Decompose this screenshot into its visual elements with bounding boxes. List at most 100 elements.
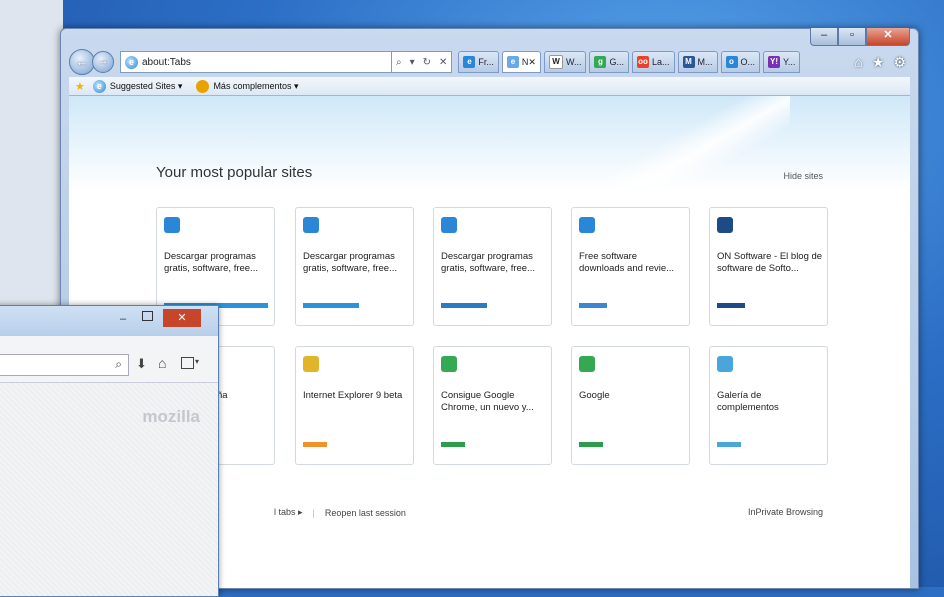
popularity-bar <box>441 303 487 308</box>
site-tile[interactable]: ON Software - El blog de software de Sof… <box>709 207 828 326</box>
site-tile[interactable]: Descargar programas gratis, software, fr… <box>295 207 414 326</box>
reopen-session-link[interactable]: Reopen last session <box>325 508 406 518</box>
command-icons: ⌂ ★ ⚙ <box>854 54 910 71</box>
site-title: Internet Explorer 9 beta <box>303 390 403 401</box>
forward-button[interactable]: → <box>92 51 114 73</box>
tab-7[interactable]: Y! Y... <box>763 51 801 73</box>
more-addons-label: Más complementos ▾ <box>213 80 299 91</box>
firefox-titlebar: – ✕ <box>0 306 218 336</box>
tab-close-icon[interactable]: ✕ <box>528 57 536 68</box>
tab-label: La... <box>651 57 670 67</box>
ie-page-icon: e <box>125 55 138 69</box>
tab-1[interactable]: eN ✕ <box>501 51 541 73</box>
site-tile[interactable]: Galería de complementos <box>709 346 828 465</box>
bookmarks-icon[interactable] <box>181 357 194 369</box>
tab-favicon-icon: oo <box>636 56 649 68</box>
tab-5[interactable]: M M... <box>677 51 718 73</box>
address-url: about:Tabs <box>142 56 191 68</box>
popularity-bar <box>441 442 465 447</box>
address-tools: ⌕ ▾ ↻ ✕ <box>392 51 453 73</box>
site-favicon-icon <box>717 356 733 372</box>
inprivate-link[interactable]: InPrivate Browsing <box>748 507 823 517</box>
tab-label: W... <box>565 57 582 67</box>
download-icon[interactable]: ⬇ <box>136 356 147 372</box>
tab-strip: e Fr... e N ✕ W W... g G... oo La... M M... o O... Y! Y… <box>458 51 803 73</box>
reopen-tabs-link[interactable]: l tabs ▸ <box>274 507 303 518</box>
tab-2[interactable]: W W... <box>543 51 587 73</box>
ff-minimize-button[interactable]: – <box>120 313 126 325</box>
site-title: Consigue Google Chrome, un nuevo y... <box>441 390 534 413</box>
site-title: Descargar programas gratis, software, fr… <box>441 251 535 274</box>
tab-favicon-icon: e <box>506 56 519 68</box>
site-favicon-icon <box>441 356 457 372</box>
tab-0[interactable]: e Fr... <box>458 51 499 73</box>
tab-favicon-icon: g <box>594 56 607 68</box>
tab-label: G... <box>609 57 624 67</box>
tab-favicon-icon: e <box>463 56 476 68</box>
tab-favicon-icon: W <box>548 55 563 69</box>
tab-6[interactable]: o O... <box>720 51 761 73</box>
site-tile[interactable]: Consigue Google Chrome, un nuevo y... <box>433 346 552 465</box>
tab-3[interactable]: g G... <box>589 51 629 73</box>
chevron-down-icon[interactable]: ▾ <box>195 357 199 366</box>
site-favicon-icon <box>164 217 180 233</box>
minimize-button[interactable]: – <box>810 28 838 46</box>
tab-favicon-icon: M <box>682 56 695 68</box>
site-favicon-icon <box>579 356 595 372</box>
ff-search-input[interactable]: ⌕ <box>0 354 129 376</box>
site-tile[interactable]: Free software downloads and revie... <box>571 207 690 326</box>
gear-icon[interactable]: ⚙ <box>893 54 906 71</box>
site-title: Descargar programas gratis, software, fr… <box>164 251 258 274</box>
site-title: ON Software - El blog de software de Sof… <box>717 251 823 274</box>
popularity-bar <box>579 303 607 308</box>
refresh-icon[interactable]: ↻ <box>419 57 435 68</box>
tab-label: O... <box>740 57 756 67</box>
search-icon: ⌕ <box>115 357 122 371</box>
site-tile[interactable]: Internet Explorer 9 beta <box>295 346 414 465</box>
firefox-window: – ✕ ⌕ ⬇ ⌂ ▾ mozilla <box>0 305 219 597</box>
hide-sites-link[interactable]: Hide sites <box>783 171 823 181</box>
site-title: Google <box>579 390 610 401</box>
favorites-bar: ★ e Suggested Sites ▾ Más complementos ▾ <box>69 77 910 96</box>
suggested-sites-label: Suggested Sites ▾ <box>109 80 183 91</box>
popularity-bar <box>717 303 745 308</box>
tab-label: M... <box>697 57 713 67</box>
page-title: Your most popular sites <box>156 164 313 181</box>
favorites-star-icon[interactable]: ★ <box>75 80 85 93</box>
more-addons-button[interactable]: Más complementos ▾ <box>192 79 299 93</box>
address-bar[interactable]: e about:Tabs <box>120 51 392 73</box>
site-tile[interactable]: Descargar programas gratis, software, fr… <box>433 207 552 326</box>
home-icon[interactable]: ⌂ <box>854 54 862 71</box>
tab-favicon-icon: Y! <box>768 56 781 68</box>
site-title: Galería de complementos <box>717 390 779 413</box>
site-favicon-icon <box>303 356 319 372</box>
popularity-bar <box>579 442 603 447</box>
search-icon[interactable]: ⌕ <box>392 57 406 68</box>
home-icon[interactable]: ⌂ <box>158 355 166 371</box>
close-button[interactable]: ✕ <box>866 28 910 46</box>
site-favicon-icon <box>441 217 457 233</box>
dropdown-icon[interactable]: ▾ <box>406 57 419 68</box>
favorites-star-icon[interactable]: ★ <box>872 54 885 71</box>
firefox-toolbar: ⌕ ⬇ ⌂ ▾ <box>0 336 218 383</box>
separator: | <box>312 507 315 518</box>
tab-4[interactable]: oo La... <box>631 51 675 73</box>
ff-maximize-button[interactable] <box>142 311 153 321</box>
stop-icon[interactable]: ✕ <box>435 57 451 68</box>
popularity-bar <box>303 303 359 308</box>
window-caption-buttons: – ▫ ✕ <box>810 28 910 46</box>
maximize-button[interactable]: ▫ <box>838 28 866 46</box>
popularity-bar <box>717 442 741 447</box>
navigation-row: ← → e about:Tabs ⌕ ▾ ↻ ✕ e Fr... e N ✕ W W...… <box>69 49 910 75</box>
mozilla-logo: mozilla <box>142 407 200 426</box>
bottom-links: l tabs ▸ | Reopen last session <box>274 507 406 518</box>
page-icon <box>196 79 210 93</box>
tab-favicon-icon: o <box>725 56 738 68</box>
site-title: Descargar programas gratis, software, fr… <box>303 251 397 274</box>
suggested-sites-button[interactable]: e Suggested Sites ▾ <box>89 79 183 93</box>
site-tile[interactable]: Google <box>571 346 690 465</box>
tab-label: Y... <box>783 57 796 67</box>
tab-label: Fr... <box>478 57 494 67</box>
popularity-bar <box>303 442 327 447</box>
ff-close-button[interactable]: ✕ <box>163 309 201 327</box>
